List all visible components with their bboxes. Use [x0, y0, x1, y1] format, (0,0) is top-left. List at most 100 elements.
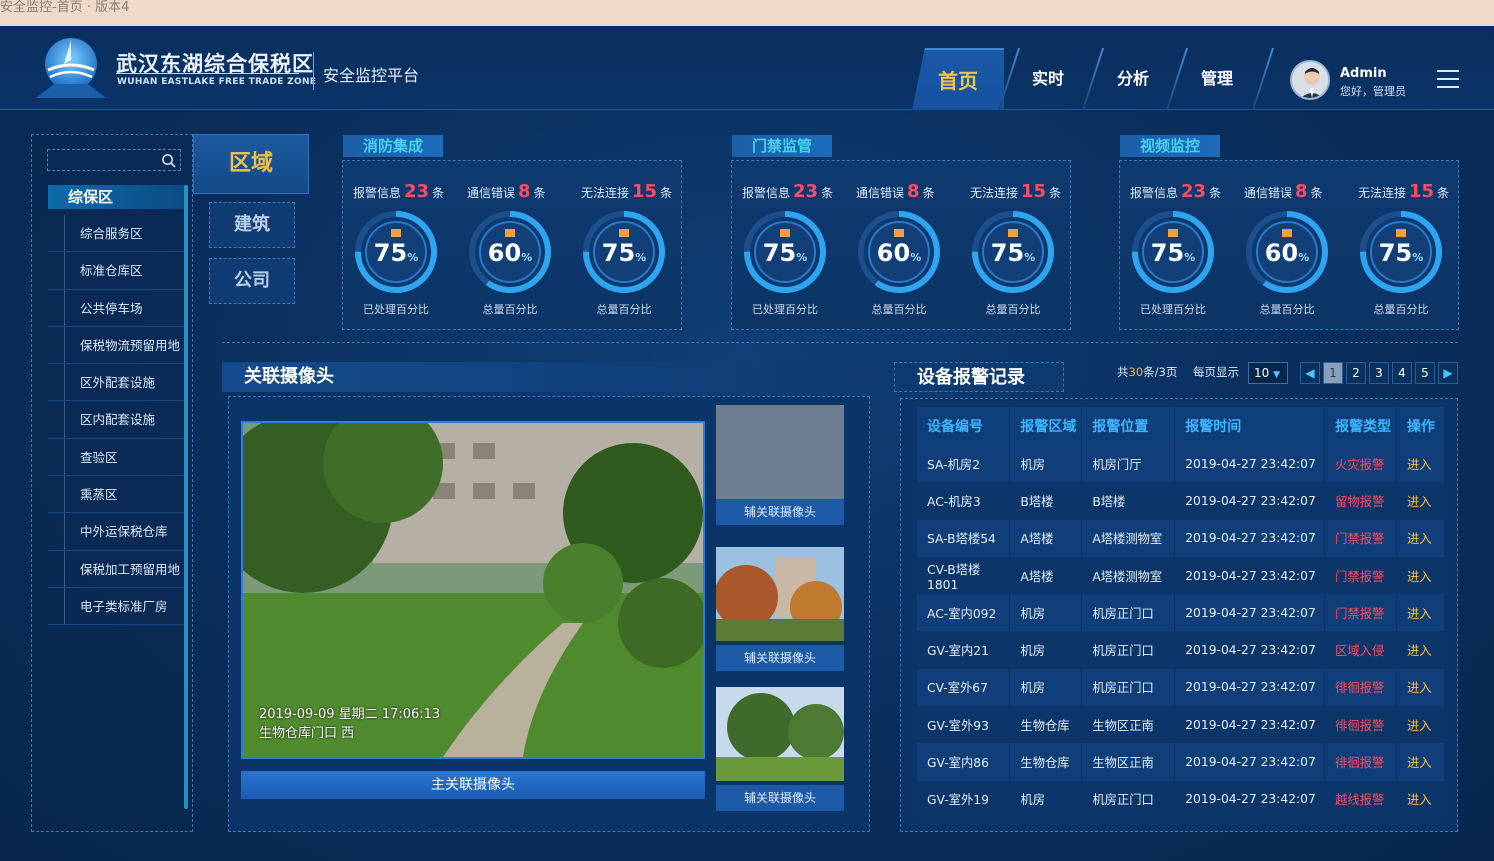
table-header: 操作: [1396, 407, 1445, 445]
table-cell: CV-B塔楼1801: [917, 556, 1011, 595]
pager-next-button[interactable]: ▶: [1438, 362, 1458, 384]
enter-link[interactable]: 进入: [1396, 780, 1445, 818]
alarm-lamp-icon: [1008, 229, 1018, 237]
table-cell: 机房正门口: [1081, 631, 1176, 669]
gauge-caption: 已处理百分比: [363, 303, 429, 316]
main-camera-feed[interactable]: 2019-09-09 星期二 17:06:13 生物仓库门口 西: [213, 403, 708, 759]
table-cell: A塔楼测物室: [1081, 519, 1176, 557]
percent-gauge: 60%: [1244, 209, 1330, 295]
stat-disconnect-count: 无法连接 15 条: [1358, 181, 1450, 202]
table-cell: AC-室内092: [917, 594, 1011, 632]
sidebar-group-title[interactable]: 综保区: [48, 185, 188, 209]
section-divider: [222, 342, 1458, 343]
alarm-type-cell: 门禁报警: [1324, 556, 1397, 595]
table-cell: 机房: [1009, 668, 1083, 707]
enter-link[interactable]: 进入: [1396, 743, 1445, 781]
table-cell: 2019-04-27 23:42:07: [1174, 631, 1326, 669]
table-cell: GV-室内21: [917, 631, 1011, 669]
table-cell: 生物仓库: [1009, 706, 1083, 744]
table-cell: 机房: [1009, 780, 1083, 818]
table-cell: CV-室外67: [917, 668, 1011, 707]
gauge-caption: 总量百分比: [871, 303, 927, 316]
main-camera-label[interactable]: 主关联摄像头: [241, 771, 705, 799]
enter-link[interactable]: 进入: [1396, 445, 1445, 483]
aux-camera-3[interactable]: 辅关联摄像头: [716, 687, 844, 811]
alarm-lamp-icon: [780, 229, 790, 237]
category-tab-building[interactable]: 建筑: [209, 202, 295, 248]
hamburger-menu-icon[interactable]: [1437, 70, 1459, 90]
aux-camera-image: [714, 547, 844, 641]
table-cell: 机房: [1009, 445, 1083, 483]
pager-page-2[interactable]: 2: [1346, 362, 1366, 384]
table-cell: 2019-04-27 23:42:07: [1174, 780, 1326, 818]
sidebar-item[interactable]: 综合服务区: [48, 215, 188, 253]
percent-gauge: 75%: [1358, 209, 1444, 295]
search-icon[interactable]: [161, 153, 176, 168]
app-root: 武汉东湖综合保税区 WUHAN EASTLAKE FREE TRADE ZONE…: [0, 26, 1494, 861]
enter-link[interactable]: 进入: [1396, 668, 1445, 707]
percent-gauge: 75%: [353, 209, 439, 295]
table-cell: 机房正门口: [1081, 668, 1176, 707]
table-row: AC-室内092 机房 机房正门口 2019-04-27 23:42:07 门禁报警 进入: [917, 594, 1445, 632]
enter-link[interactable]: 进入: [1396, 631, 1445, 669]
pager-page-3[interactable]: 3: [1369, 362, 1389, 384]
sidebar-item[interactable]: 区内配套设施: [48, 401, 188, 439]
category-tab-company[interactable]: 公司: [209, 258, 295, 304]
alarm-lamp-icon: [1282, 229, 1292, 237]
per-page-select[interactable]: 10 ▼: [1248, 362, 1288, 384]
category-tab-area[interactable]: 区域: [193, 134, 309, 194]
enter-link[interactable]: 进入: [1396, 482, 1445, 520]
pager-prev-button[interactable]: ◀: [1300, 362, 1320, 384]
enter-link[interactable]: 进入: [1396, 706, 1445, 744]
user-name: Admin: [1340, 66, 1387, 81]
table-row: AC-机房3 B塔楼 B塔楼 2019-04-27 23:42:07 留物报警 进入: [917, 482, 1445, 520]
sidebar-list: 综合服务区 标准仓库区 公共停车场 保税物流预留用地 区外配套设施 区内配套设施…: [48, 215, 188, 626]
aux-camera-1[interactable]: 辅关联摄像头: [716, 405, 844, 525]
sidebar-item[interactable]: 标准仓库区: [48, 252, 188, 290]
table-cell: 2019-04-27 23:42:07: [1174, 445, 1326, 483]
nav-tab-realtime[interactable]: 实时: [1002, 48, 1094, 110]
pager-page-4[interactable]: 4: [1392, 362, 1412, 384]
alarm-table-container: 设备编号 报警区域 报警位置 报警时间 报警类型 操作 SA-机房2 机房 机房门厅…: [900, 398, 1458, 832]
enter-link[interactable]: 进入: [1396, 594, 1445, 632]
sidebar-item[interactable]: 区外配套设施: [48, 364, 188, 402]
percent-gauge: 75%: [742, 209, 828, 295]
stat-panel-fire: 消防集成 报警信息 23 条 通信错误 8 条 无法连接 15 条 75% 已处理百分比 60%…: [342, 135, 682, 330]
pager-page-5[interactable]: 5: [1415, 362, 1435, 384]
table-row: GV-室外19 机房 机房正门口 2019-04-27 23:42:07 越线报警 进入: [917, 780, 1445, 818]
sidebar-item[interactable]: 保税加工预留用地: [48, 550, 188, 588]
camera-panel: 2019-09-09 星期二 17:06:13 生物仓库门口 西 主关联摄像头 …: [213, 396, 870, 832]
pager-total: 共30条/3页: [1117, 365, 1178, 379]
table-cell: GV-室外93: [917, 706, 1011, 744]
sidebar-item[interactable]: 中外运保税仓库: [48, 513, 188, 551]
sidebar-scrollbar[interactable]: [184, 185, 188, 809]
enter-link[interactable]: 进入: [1396, 556, 1445, 595]
alarm-type-cell: 徘徊报警: [1324, 706, 1397, 744]
user-greeting: 您好，管理员: [1340, 85, 1406, 98]
nav-tab-analysis[interactable]: 分析: [1087, 48, 1179, 110]
sidebar-item[interactable]: 查验区: [48, 438, 188, 477]
sidebar-item[interactable]: 熏蒸区: [48, 476, 188, 514]
sidebar-item[interactable]: 保税物流预留用地: [48, 326, 188, 365]
sidebar-item[interactable]: 电子类标准厂房: [48, 587, 188, 626]
aux-camera-2[interactable]: 辅关联摄像头: [714, 547, 844, 671]
avatar[interactable]: [1290, 60, 1330, 100]
stat-panel-title: 门禁监管: [732, 135, 833, 157]
table-header: 设备编号: [917, 407, 1011, 445]
alarm-lamp-icon: [505, 229, 515, 237]
enter-link[interactable]: 进入: [1396, 519, 1445, 557]
table-cell: 机房: [1009, 631, 1083, 669]
gauge-value: 75%: [1378, 239, 1424, 267]
gauge-value: 60%: [487, 239, 533, 267]
nav-tab-manage[interactable]: 管理: [1171, 48, 1263, 110]
sidebar-item[interactable]: 公共停车场: [48, 289, 188, 327]
search-input[interactable]: [47, 149, 181, 171]
percent-gauge: 75%: [581, 209, 667, 295]
table-cell: 生物仓库: [1009, 743, 1083, 781]
gauge-caption: 总量百分比: [1373, 303, 1429, 316]
stat-disconnect-count: 无法连接 15 条: [970, 181, 1062, 202]
alarm-type-cell: 留物报警: [1324, 482, 1397, 520]
pager-page-1[interactable]: 1: [1323, 362, 1343, 384]
nav-tab-home[interactable]: 首页: [912, 48, 1004, 110]
stat-disconnect-count: 无法连接 15 条: [581, 181, 673, 202]
